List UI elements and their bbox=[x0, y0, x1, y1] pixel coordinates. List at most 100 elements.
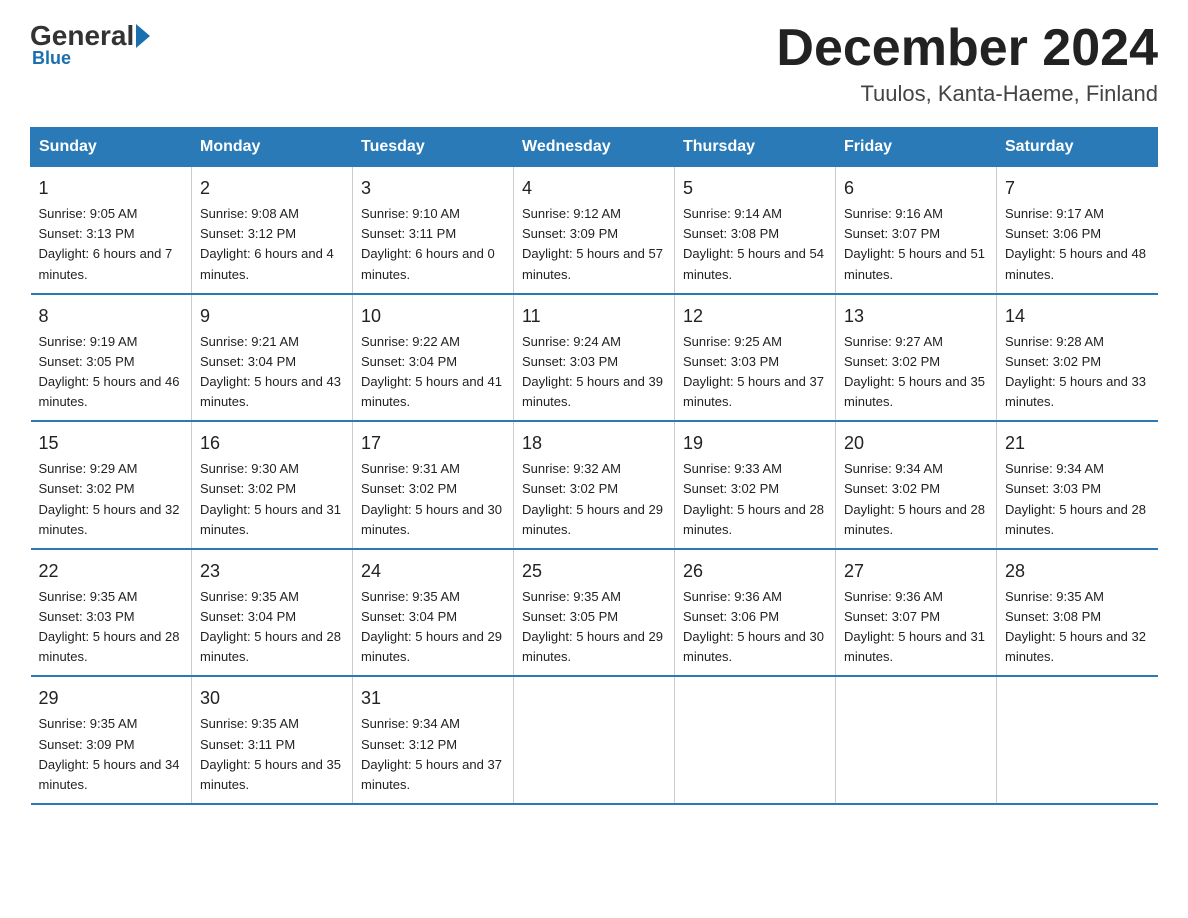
day-number: 2 bbox=[200, 175, 344, 202]
day-number: 1 bbox=[39, 175, 184, 202]
day-info: Sunrise: 9:05 AMSunset: 3:13 PMDaylight:… bbox=[39, 204, 184, 285]
calendar-cell: 30Sunrise: 9:35 AMSunset: 3:11 PMDayligh… bbox=[192, 676, 353, 804]
day-info: Sunrise: 9:30 AMSunset: 3:02 PMDaylight:… bbox=[200, 459, 344, 540]
logo-triangle-icon bbox=[136, 24, 150, 48]
day-number: 5 bbox=[683, 175, 827, 202]
day-number: 30 bbox=[200, 685, 344, 712]
calendar-cell: 27Sunrise: 9:36 AMSunset: 3:07 PMDayligh… bbox=[836, 549, 997, 677]
calendar-table: SundayMondayTuesdayWednesdayThursdayFrid… bbox=[30, 127, 1158, 805]
day-info: Sunrise: 9:35 AMSunset: 3:05 PMDaylight:… bbox=[522, 587, 666, 668]
header-day-thursday: Thursday bbox=[675, 128, 836, 167]
day-number: 18 bbox=[522, 430, 666, 457]
day-info: Sunrise: 9:36 AMSunset: 3:07 PMDaylight:… bbox=[844, 587, 988, 668]
calendar-cell: 26Sunrise: 9:36 AMSunset: 3:06 PMDayligh… bbox=[675, 549, 836, 677]
calendar-cell: 5Sunrise: 9:14 AMSunset: 3:08 PMDaylight… bbox=[675, 167, 836, 294]
day-number: 9 bbox=[200, 303, 344, 330]
day-info: Sunrise: 9:33 AMSunset: 3:02 PMDaylight:… bbox=[683, 459, 827, 540]
calendar-cell: 8Sunrise: 9:19 AMSunset: 3:05 PMDaylight… bbox=[31, 294, 192, 422]
day-number: 29 bbox=[39, 685, 184, 712]
day-info: Sunrise: 9:19 AMSunset: 3:05 PMDaylight:… bbox=[39, 332, 184, 413]
header-day-sunday: Sunday bbox=[31, 128, 192, 167]
day-number: 8 bbox=[39, 303, 184, 330]
header-day-tuesday: Tuesday bbox=[353, 128, 514, 167]
day-number: 31 bbox=[361, 685, 505, 712]
day-info: Sunrise: 9:35 AMSunset: 3:08 PMDaylight:… bbox=[1005, 587, 1150, 668]
logo-blue: Blue bbox=[30, 48, 71, 69]
day-number: 28 bbox=[1005, 558, 1150, 585]
day-info: Sunrise: 9:22 AMSunset: 3:04 PMDaylight:… bbox=[361, 332, 505, 413]
calendar-cell: 16Sunrise: 9:30 AMSunset: 3:02 PMDayligh… bbox=[192, 421, 353, 549]
day-number: 11 bbox=[522, 303, 666, 330]
calendar-cell: 17Sunrise: 9:31 AMSunset: 3:02 PMDayligh… bbox=[353, 421, 514, 549]
page-header: General Blue December 2024 Tuulos, Kanta… bbox=[30, 20, 1158, 107]
day-number: 26 bbox=[683, 558, 827, 585]
day-info: Sunrise: 9:28 AMSunset: 3:02 PMDaylight:… bbox=[1005, 332, 1150, 413]
day-number: 13 bbox=[844, 303, 988, 330]
calendar-cell: 1Sunrise: 9:05 AMSunset: 3:13 PMDaylight… bbox=[31, 167, 192, 294]
day-info: Sunrise: 9:34 AMSunset: 3:12 PMDaylight:… bbox=[361, 714, 505, 795]
calendar-cell: 28Sunrise: 9:35 AMSunset: 3:08 PMDayligh… bbox=[997, 549, 1158, 677]
calendar-cell: 31Sunrise: 9:34 AMSunset: 3:12 PMDayligh… bbox=[353, 676, 514, 804]
day-info: Sunrise: 9:16 AMSunset: 3:07 PMDaylight:… bbox=[844, 204, 988, 285]
day-number: 22 bbox=[39, 558, 184, 585]
day-number: 6 bbox=[844, 175, 988, 202]
day-info: Sunrise: 9:17 AMSunset: 3:06 PMDaylight:… bbox=[1005, 204, 1150, 285]
header-day-monday: Monday bbox=[192, 128, 353, 167]
calendar-cell: 22Sunrise: 9:35 AMSunset: 3:03 PMDayligh… bbox=[31, 549, 192, 677]
day-info: Sunrise: 9:14 AMSunset: 3:08 PMDaylight:… bbox=[683, 204, 827, 285]
calendar-cell bbox=[514, 676, 675, 804]
day-number: 24 bbox=[361, 558, 505, 585]
header-day-saturday: Saturday bbox=[997, 128, 1158, 167]
day-info: Sunrise: 9:32 AMSunset: 3:02 PMDaylight:… bbox=[522, 459, 666, 540]
day-number: 17 bbox=[361, 430, 505, 457]
day-info: Sunrise: 9:21 AMSunset: 3:04 PMDaylight:… bbox=[200, 332, 344, 413]
day-info: Sunrise: 9:08 AMSunset: 3:12 PMDaylight:… bbox=[200, 204, 344, 285]
calendar-cell: 4Sunrise: 9:12 AMSunset: 3:09 PMDaylight… bbox=[514, 167, 675, 294]
calendar-cell bbox=[836, 676, 997, 804]
day-number: 20 bbox=[844, 430, 988, 457]
calendar-cell: 23Sunrise: 9:35 AMSunset: 3:04 PMDayligh… bbox=[192, 549, 353, 677]
day-number: 10 bbox=[361, 303, 505, 330]
day-number: 23 bbox=[200, 558, 344, 585]
day-number: 19 bbox=[683, 430, 827, 457]
calendar-cell: 6Sunrise: 9:16 AMSunset: 3:07 PMDaylight… bbox=[836, 167, 997, 294]
calendar-cell: 14Sunrise: 9:28 AMSunset: 3:02 PMDayligh… bbox=[997, 294, 1158, 422]
calendar-cell: 18Sunrise: 9:32 AMSunset: 3:02 PMDayligh… bbox=[514, 421, 675, 549]
day-info: Sunrise: 9:31 AMSunset: 3:02 PMDaylight:… bbox=[361, 459, 505, 540]
calendar-cell: 25Sunrise: 9:35 AMSunset: 3:05 PMDayligh… bbox=[514, 549, 675, 677]
week-row-5: 29Sunrise: 9:35 AMSunset: 3:09 PMDayligh… bbox=[31, 676, 1158, 804]
day-info: Sunrise: 9:27 AMSunset: 3:02 PMDaylight:… bbox=[844, 332, 988, 413]
day-info: Sunrise: 9:36 AMSunset: 3:06 PMDaylight:… bbox=[683, 587, 827, 668]
logo: General Blue bbox=[30, 20, 152, 69]
day-number: 4 bbox=[522, 175, 666, 202]
calendar-cell: 11Sunrise: 9:24 AMSunset: 3:03 PMDayligh… bbox=[514, 294, 675, 422]
day-number: 21 bbox=[1005, 430, 1150, 457]
week-row-2: 8Sunrise: 9:19 AMSunset: 3:05 PMDaylight… bbox=[31, 294, 1158, 422]
calendar-cell bbox=[997, 676, 1158, 804]
calendar-cell: 3Sunrise: 9:10 AMSunset: 3:11 PMDaylight… bbox=[353, 167, 514, 294]
day-info: Sunrise: 9:35 AMSunset: 3:11 PMDaylight:… bbox=[200, 714, 344, 795]
calendar-header: SundayMondayTuesdayWednesdayThursdayFrid… bbox=[31, 128, 1158, 167]
day-number: 27 bbox=[844, 558, 988, 585]
header-row: SundayMondayTuesdayWednesdayThursdayFrid… bbox=[31, 128, 1158, 167]
day-number: 7 bbox=[1005, 175, 1150, 202]
week-row-4: 22Sunrise: 9:35 AMSunset: 3:03 PMDayligh… bbox=[31, 549, 1158, 677]
header-day-wednesday: Wednesday bbox=[514, 128, 675, 167]
calendar-cell: 10Sunrise: 9:22 AMSunset: 3:04 PMDayligh… bbox=[353, 294, 514, 422]
day-info: Sunrise: 9:35 AMSunset: 3:04 PMDaylight:… bbox=[200, 587, 344, 668]
calendar-cell: 15Sunrise: 9:29 AMSunset: 3:02 PMDayligh… bbox=[31, 421, 192, 549]
calendar-cell: 19Sunrise: 9:33 AMSunset: 3:02 PMDayligh… bbox=[675, 421, 836, 549]
calendar-cell: 9Sunrise: 9:21 AMSunset: 3:04 PMDaylight… bbox=[192, 294, 353, 422]
day-number: 3 bbox=[361, 175, 505, 202]
day-number: 15 bbox=[39, 430, 184, 457]
calendar-cell: 21Sunrise: 9:34 AMSunset: 3:03 PMDayligh… bbox=[997, 421, 1158, 549]
week-row-1: 1Sunrise: 9:05 AMSunset: 3:13 PMDaylight… bbox=[31, 167, 1158, 294]
week-row-3: 15Sunrise: 9:29 AMSunset: 3:02 PMDayligh… bbox=[31, 421, 1158, 549]
header-day-friday: Friday bbox=[836, 128, 997, 167]
day-info: Sunrise: 9:34 AMSunset: 3:03 PMDaylight:… bbox=[1005, 459, 1150, 540]
calendar-cell: 24Sunrise: 9:35 AMSunset: 3:04 PMDayligh… bbox=[353, 549, 514, 677]
location-title: Tuulos, Kanta-Haeme, Finland bbox=[776, 81, 1158, 107]
calendar-cell: 20Sunrise: 9:34 AMSunset: 3:02 PMDayligh… bbox=[836, 421, 997, 549]
day-number: 14 bbox=[1005, 303, 1150, 330]
month-title: December 2024 bbox=[776, 20, 1158, 77]
